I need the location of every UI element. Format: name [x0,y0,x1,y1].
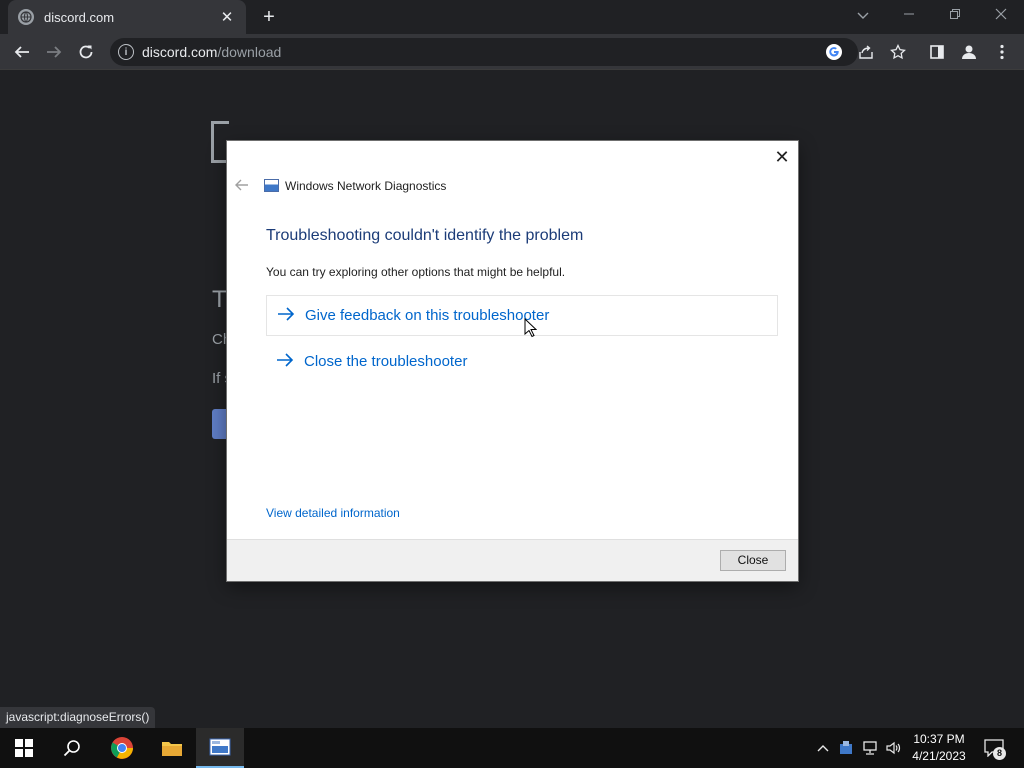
mouse-cursor-icon [524,317,538,343]
option-label: Give feedback on this troubleshooter [305,307,550,324]
menu-kebab-icon[interactable] [990,40,1014,64]
tab-title: discord.com [44,9,115,25]
tab-strip: discord.com ✕ + [0,0,1024,34]
network-diagnostics-dialog: ✕ Windows Network Diagnostics Troublesho… [227,141,798,581]
taskbar: 10:37 PM 4/21/2023 8 [0,728,1024,768]
chrome-icon[interactable] [98,728,146,768]
address-host: discord.com [142,44,218,60]
new-tab-icon[interactable]: + [259,7,279,27]
dialog-heading: Troubleshooting couldn't identify the pr… [266,227,584,244]
file-explorer-icon[interactable] [148,728,196,768]
status-bubble: javascript:diagnoseErrors() [0,707,156,728]
volume-icon[interactable] [884,738,904,758]
minimize-icon[interactable] [897,5,921,25]
back-arrow-icon[interactable] [10,40,34,64]
option-label: Close the troubleshooter [304,353,468,370]
option-close-troubleshooter[interactable]: Close the troubleshooter [266,341,778,382]
network-diagnostics-icon [264,179,279,192]
tab-search-icon[interactable] [851,5,875,25]
restore-icon[interactable] [943,5,967,25]
clock-time: 10:37 PM [913,732,965,746]
taskbar-clock[interactable]: 10:37 PM 4/21/2023 [904,731,974,765]
dialog-back-arrow-icon[interactable] [235,178,249,195]
google-lens-icon[interactable] [822,40,846,64]
globe-icon [18,9,34,25]
dialog-app-title: Windows Network Diagnostics [285,179,447,193]
share-icon[interactable] [854,40,878,64]
notification-center-icon[interactable]: 8 [982,738,1006,760]
clock-date: 4/21/2023 [912,749,966,763]
tray-app-icon[interactable] [836,738,856,758]
page-heading-fragment: T [212,286,227,313]
browser-toolbar: i discord.com/download [0,34,1024,70]
network-diagnostics-taskbar-icon[interactable] [196,728,244,768]
show-hidden-icons-chevron-icon[interactable] [813,738,833,758]
address-bar[interactable]: i discord.com/download [110,38,858,66]
view-detailed-information-link[interactable]: View detailed information [266,506,400,520]
reload-icon[interactable] [74,40,98,64]
right-arrow-icon [272,351,298,373]
option-give-feedback[interactable]: Give feedback on this troubleshooter [266,295,778,336]
dialog-close-icon[interactable]: ✕ [772,147,792,167]
address-path: /download [217,44,282,60]
browser-tab[interactable]: discord.com ✕ [8,0,246,34]
windows-start-icon[interactable] [0,728,48,768]
profile-icon[interactable] [957,40,981,64]
dialog-subtext: You can try exploring other options that… [266,265,566,279]
forward-arrow-icon[interactable] [42,40,66,64]
side-panel-icon[interactable] [925,40,949,64]
window-close-icon[interactable] [989,5,1013,25]
right-arrow-icon [273,305,299,327]
tab-close-icon[interactable]: ✕ [218,8,236,26]
site-info-icon[interactable]: i [118,44,134,60]
close-button[interactable]: Close [720,550,786,571]
bookmark-star-icon[interactable] [886,40,910,64]
search-icon[interactable] [48,728,96,768]
dialog-footer: Close [227,539,798,581]
notification-count-badge: 8 [993,747,1006,760]
network-icon[interactable] [860,738,880,758]
